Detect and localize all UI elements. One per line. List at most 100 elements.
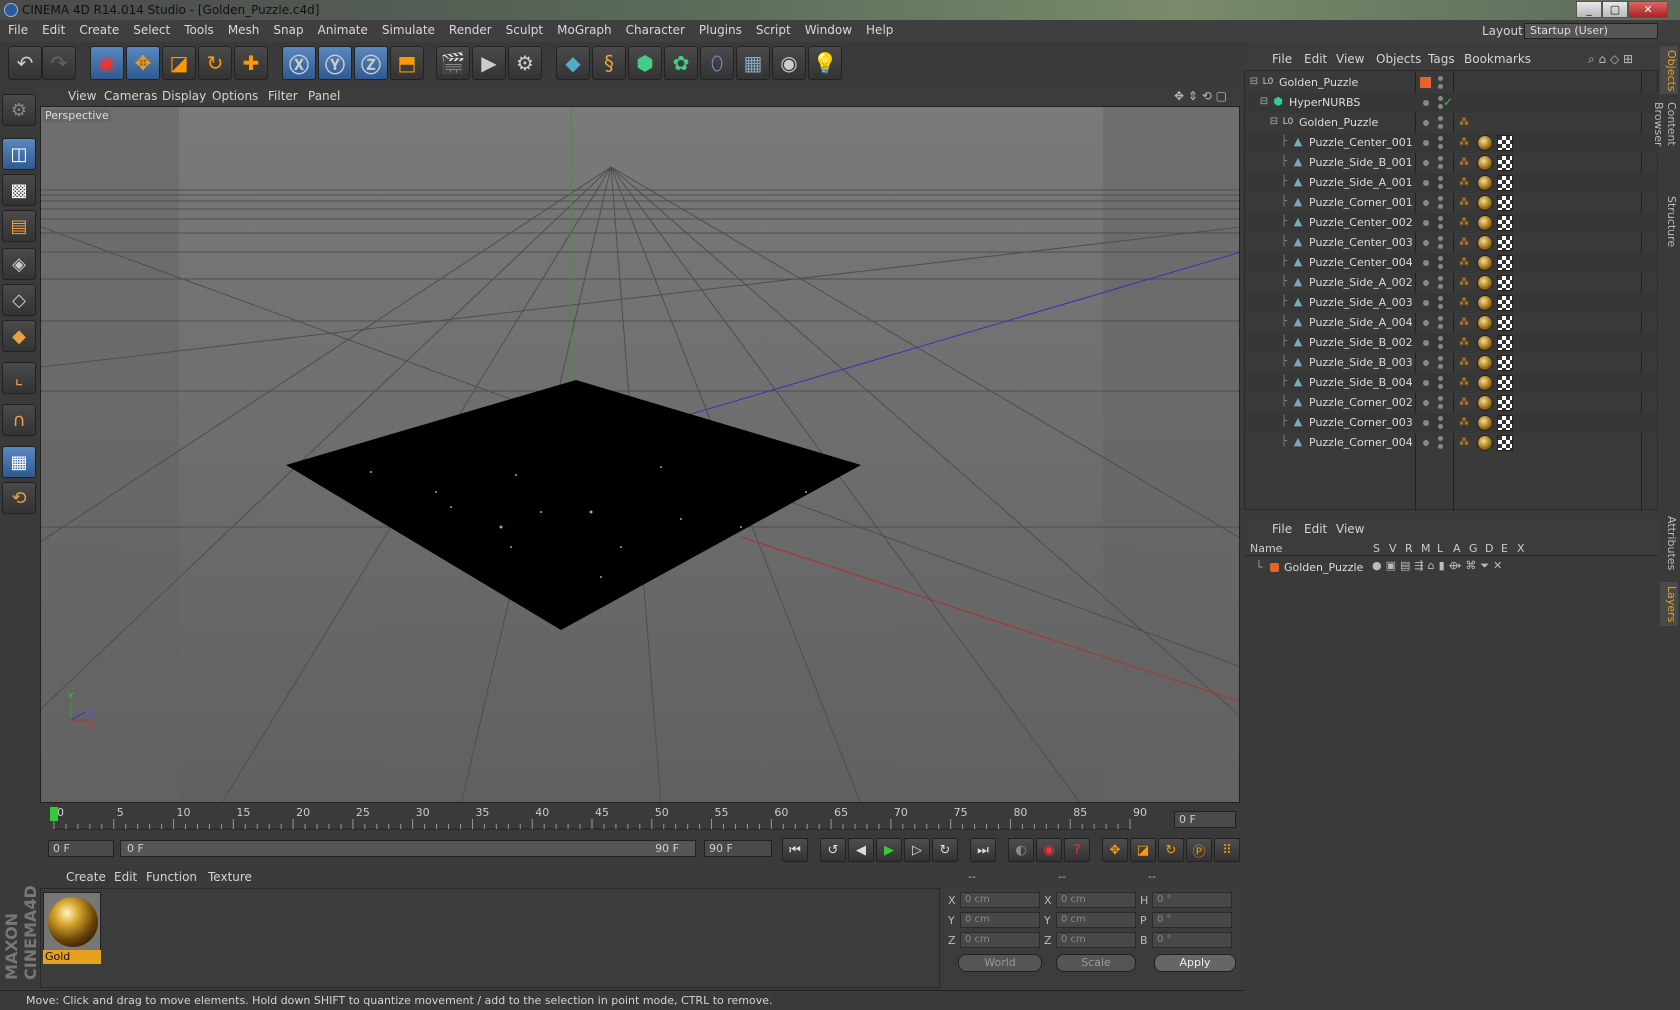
object-name[interactable]: Puzzle_Side_B_004 bbox=[1309, 376, 1413, 389]
phong-tag-icon[interactable]: ⁂ bbox=[1459, 418, 1469, 428]
viewport-menu-view[interactable]: View bbox=[68, 89, 96, 103]
editor-visibility-dot[interactable] bbox=[1423, 340, 1429, 346]
spline-icon[interactable]: § bbox=[592, 46, 626, 80]
phong-tag-icon[interactable]: ⁂ bbox=[1459, 198, 1469, 208]
layers-menu-file[interactable]: File bbox=[1272, 522, 1292, 536]
layer-col-animation[interactable]: A bbox=[1453, 542, 1461, 555]
layout-select[interactable]: Startup (User) bbox=[1524, 23, 1658, 39]
x-axis-lock-icon[interactable]: Ⓧ bbox=[282, 46, 316, 80]
uvw-tag-icon[interactable] bbox=[1497, 375, 1513, 391]
move-icon[interactable]: ✥ bbox=[126, 46, 160, 80]
layer-flag-icons[interactable]: ●▣▤⇶⌂▮⟴⌘⏷✕ bbox=[1372, 559, 1506, 573]
editor-visibility-dot[interactable] bbox=[1438, 296, 1443, 301]
tab-content-browser[interactable]: Content Browser bbox=[1652, 98, 1678, 188]
object-name[interactable]: Golden_Puzzle bbox=[1299, 116, 1378, 129]
perspective-viewport[interactable]: Y X Z Perspective bbox=[40, 106, 1240, 803]
collapse-icon[interactable]: ⊟ bbox=[1267, 115, 1281, 129]
uvw-tag-icon[interactable] bbox=[1497, 415, 1513, 431]
render-visibility-dot[interactable] bbox=[1438, 124, 1443, 129]
scale-icon[interactable]: ◪ bbox=[162, 46, 196, 80]
texture-mode-icon[interactable]: ▩ bbox=[2, 174, 36, 206]
uvw-tag-icon[interactable] bbox=[1497, 155, 1513, 171]
render-visibility-dot[interactable] bbox=[1438, 324, 1443, 329]
editor-visibility-dot[interactable] bbox=[1438, 416, 1443, 421]
object-row[interactable]: ├ ▲ Puzzle_Center_002 ⁂ bbox=[1245, 213, 1659, 233]
render-visibility-dot[interactable] bbox=[1438, 444, 1443, 449]
editor-visibility-dot[interactable] bbox=[1438, 336, 1443, 341]
end-frame-field[interactable]: 90 F bbox=[704, 840, 772, 857]
make-editable-icon[interactable]: ⚙ bbox=[2, 94, 36, 126]
layer-col-xref[interactable]: X bbox=[1517, 542, 1525, 555]
gold-material-tag-icon[interactable] bbox=[1477, 355, 1493, 371]
gold-material-tag-icon[interactable] bbox=[1477, 215, 1493, 231]
layer-col-deformers[interactable]: D bbox=[1485, 542, 1493, 555]
editor-visibility-dot[interactable] bbox=[1438, 276, 1443, 281]
gold-material-tag-icon[interactable] bbox=[1477, 435, 1493, 451]
editor-visibility-dot[interactable] bbox=[1423, 320, 1429, 326]
autokey-icon[interactable]: ◉ bbox=[1036, 838, 1062, 862]
snapping-icon[interactable]: ∩ bbox=[2, 404, 36, 436]
size-z-field[interactable]: 0 cm bbox=[1056, 932, 1136, 948]
phong-tag-icon[interactable]: ⁂ bbox=[1459, 218, 1469, 228]
object-name[interactable]: Puzzle_Side_A_003 bbox=[1309, 296, 1413, 309]
editor-visibility-dot[interactable] bbox=[1423, 200, 1429, 206]
editor-visibility-dot[interactable] bbox=[1438, 316, 1443, 321]
timeline-ruler[interactable]: 0 5 10 15 20 25 30 35 40 45 50 55 60 65 70 75 80 85 90 0 F bbox=[40, 803, 1240, 833]
menu-edit[interactable]: Edit bbox=[34, 20, 71, 37]
planar-workplane-icon[interactable]: ⟲ bbox=[2, 482, 36, 514]
object-name[interactable]: Puzzle_Side_B_001 bbox=[1309, 156, 1413, 169]
render-visibility-dot[interactable] bbox=[1438, 224, 1443, 229]
floor-icon[interactable]: ▦ bbox=[736, 46, 770, 80]
object-name[interactable]: Puzzle_Center_002 bbox=[1309, 216, 1413, 229]
menu-window[interactable]: Window bbox=[797, 20, 858, 37]
object-row[interactable]: ├ ▲ Puzzle_Center_003 ⁂ bbox=[1245, 233, 1659, 253]
editor-visibility-dot[interactable] bbox=[1438, 116, 1443, 121]
gold-material-tag-icon[interactable] bbox=[1477, 135, 1493, 151]
object-name[interactable]: Puzzle_Side_A_002 bbox=[1309, 276, 1413, 289]
phong-tag-icon[interactable]: ⁂ bbox=[1459, 118, 1469, 128]
object-row[interactable]: ⊟ ⬢ HyperNURBS ✓ bbox=[1245, 93, 1659, 113]
position-y-field[interactable]: 0 cm bbox=[960, 912, 1040, 928]
render-visibility-dot[interactable] bbox=[1438, 144, 1443, 149]
editor-visibility-dot[interactable] bbox=[1438, 436, 1443, 441]
current-frame-field[interactable]: 0 F bbox=[1174, 811, 1236, 828]
menu-file[interactable]: File bbox=[0, 20, 34, 37]
object-row[interactable]: ├ ▲ Puzzle_Corner_003 ⁂ bbox=[1245, 413, 1659, 433]
phong-tag-icon[interactable]: ⁂ bbox=[1459, 298, 1469, 308]
uvw-tag-icon[interactable] bbox=[1497, 315, 1513, 331]
gold-material-tag-icon[interactable] bbox=[1477, 195, 1493, 211]
gold-material-preview[interactable] bbox=[43, 892, 101, 952]
render-settings-icon[interactable]: ⚙ bbox=[508, 46, 542, 80]
rotation-key-icon[interactable]: ↻ bbox=[1158, 838, 1184, 862]
rotation-p-field[interactable]: 0 ° bbox=[1152, 912, 1232, 928]
layer-col-render[interactable]: R bbox=[1405, 542, 1413, 555]
previous-frame-icon[interactable]: ◀ bbox=[848, 838, 874, 862]
objects-menu-objects[interactable]: Objects bbox=[1376, 52, 1421, 66]
object-name[interactable]: Puzzle_Corner_004 bbox=[1309, 436, 1413, 449]
editor-visibility-dot[interactable] bbox=[1438, 396, 1443, 401]
editor-visibility-dot[interactable] bbox=[1423, 280, 1429, 286]
uvw-tag-icon[interactable] bbox=[1497, 295, 1513, 311]
menu-sculpt[interactable]: Sculpt bbox=[498, 20, 549, 37]
start-frame-field[interactable]: 0 F bbox=[48, 840, 114, 857]
render-picture-viewer-icon[interactable]: ▶ bbox=[472, 46, 506, 80]
menu-tools[interactable]: Tools bbox=[176, 20, 220, 37]
uvw-tag-icon[interactable] bbox=[1497, 435, 1513, 451]
gold-material-tag-icon[interactable] bbox=[1477, 175, 1493, 191]
layer-col-manager[interactable]: M bbox=[1421, 542, 1431, 555]
redo-icon[interactable]: ↷ bbox=[42, 46, 76, 80]
object-row[interactable]: ├ ▲ Puzzle_Side_A_002 ⁂ bbox=[1245, 273, 1659, 293]
editor-visibility-dot[interactable] bbox=[1438, 76, 1443, 81]
menu-help[interactable]: Help bbox=[858, 20, 899, 37]
render-visibility-dot[interactable] bbox=[1438, 364, 1443, 369]
object-name[interactable]: Puzzle_Center_001 bbox=[1309, 136, 1413, 149]
record-keys-icon[interactable]: ◐ bbox=[1008, 838, 1034, 862]
render-visibility-dot[interactable] bbox=[1438, 284, 1443, 289]
menu-mesh[interactable]: Mesh bbox=[220, 20, 266, 37]
editor-visibility-dot[interactable] bbox=[1423, 380, 1429, 386]
menu-script[interactable]: Script bbox=[748, 20, 797, 37]
next-frame-icon[interactable]: ▷ bbox=[904, 838, 930, 862]
workplane-lock-icon[interactable]: ▦ bbox=[2, 446, 36, 478]
render-visibility-dot[interactable] bbox=[1438, 304, 1443, 309]
render-visibility-dot[interactable] bbox=[1438, 264, 1443, 269]
